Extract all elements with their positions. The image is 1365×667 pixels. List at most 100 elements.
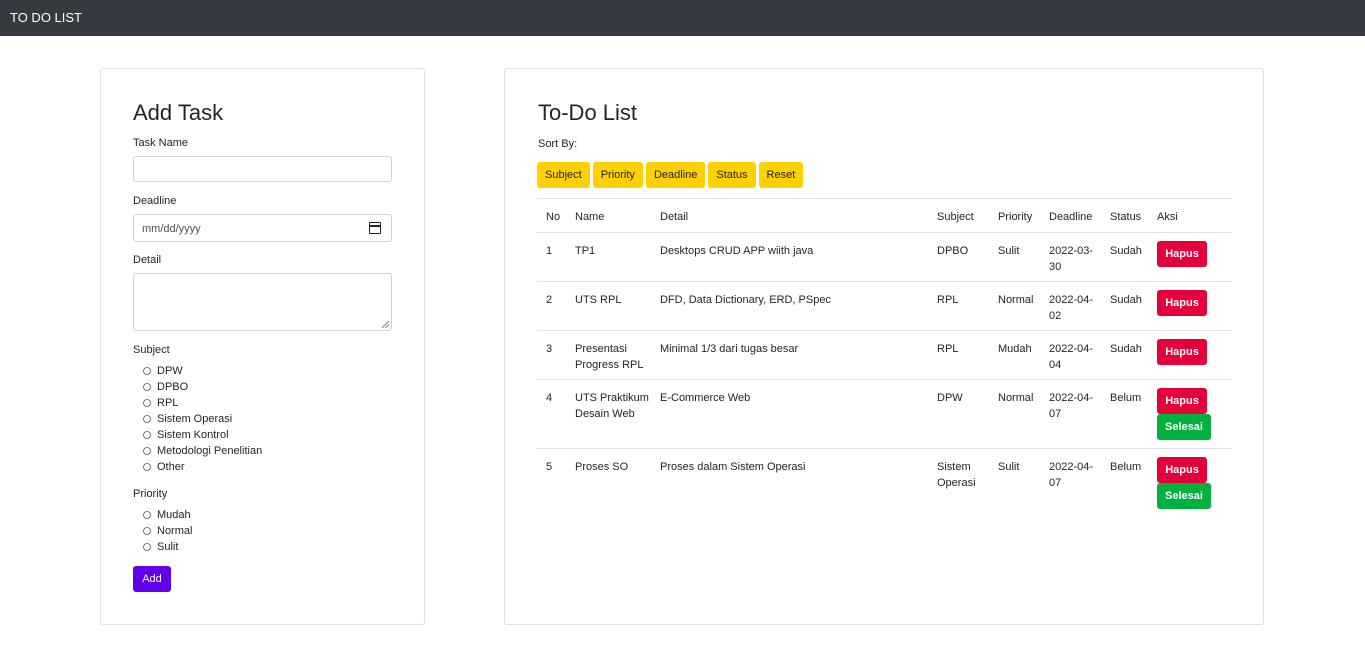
delete-button[interactable]: Hapus bbox=[1157, 457, 1207, 483]
cell-status: Sudah bbox=[1110, 294, 1142, 306]
priority-option[interactable]: Sulit bbox=[143, 540, 178, 554]
subject-option-label: DPW bbox=[157, 364, 183, 377]
app-title[interactable]: TO DO LIST bbox=[10, 10, 82, 26]
add-task-title: Add Task bbox=[133, 100, 224, 125]
priority-option-label: Normal bbox=[157, 524, 193, 537]
subject-option[interactable]: Sistem Kontrol bbox=[143, 428, 229, 442]
cell-deadline: 2022-04-07 bbox=[1049, 392, 1094, 420]
cell-name: UTS Praktikum Desain Web bbox=[575, 392, 649, 420]
cell-subject: DPBO bbox=[937, 245, 969, 257]
subject-option-label: Sistem Kontrol bbox=[157, 428, 229, 441]
cell-deadline: 2022-04-07 bbox=[1049, 461, 1094, 489]
cell-subject: DPW bbox=[937, 392, 963, 404]
sort-reset-button[interactable]: Reset bbox=[758, 162, 804, 188]
subject-option-label: Metodologi Penelitian bbox=[157, 444, 263, 457]
priority-radio[interactable] bbox=[143, 527, 151, 535]
priority-option[interactable]: Mudah bbox=[143, 508, 191, 522]
cell-subject: Sistem Operasi bbox=[937, 461, 976, 489]
priority-option[interactable]: Normal bbox=[143, 524, 192, 538]
sort-by-label: Sort By: bbox=[538, 138, 578, 150]
subject-radio[interactable] bbox=[143, 399, 151, 407]
subject-radio[interactable] bbox=[143, 367, 151, 375]
subject-option[interactable]: Sistem Operasi bbox=[143, 412, 232, 426]
cell-subject: RPL bbox=[937, 343, 959, 355]
cell-priority: Sulit bbox=[998, 461, 1020, 473]
column-header-name: Name bbox=[575, 211, 605, 223]
cell-no: 4 bbox=[546, 392, 553, 404]
priority-radio[interactable] bbox=[143, 511, 151, 519]
subject-radio[interactable] bbox=[143, 431, 151, 439]
table-row: 3 Presentasi Progress RPL Minimal 1/3 dari… bbox=[537, 331, 1232, 380]
sort-status-button[interactable]: Status bbox=[708, 162, 756, 188]
detail-label: Detail bbox=[133, 254, 162, 266]
table-row: 2 UTS RPL DFD, Data Dictionary, ERD, PSpec… bbox=[537, 282, 1232, 331]
todo-list-card: To-Do List Sort By: Subject Priority Dea… bbox=[504, 68, 1264, 625]
column-header-detail: Detail bbox=[660, 211, 689, 223]
cell-subject: RPL bbox=[937, 294, 959, 306]
delete-button[interactable]: Hapus bbox=[1157, 388, 1207, 414]
column-header-priority: Priority bbox=[998, 211, 1033, 223]
deadline-label: Deadline bbox=[133, 195, 177, 207]
complete-button[interactable]: Selesai bbox=[1157, 483, 1211, 509]
table-body: 1 TP1 Desktops CRUD APP wiith java DPBO Suli… bbox=[537, 233, 1232, 509]
priority-label: Priority bbox=[133, 488, 168, 500]
subject-option[interactable]: RPL bbox=[143, 396, 178, 410]
cell-name: UTS RPL bbox=[575, 294, 622, 306]
table-row: 1 TP1 Desktops CRUD APP wiith java DPBO Suli… bbox=[537, 233, 1232, 282]
cell-status: Belum bbox=[1110, 392, 1142, 404]
subject-label: Subject bbox=[133, 344, 170, 356]
subject-option[interactable]: Other bbox=[143, 460, 185, 474]
cell-aksi: Hapus Selesai bbox=[1157, 457, 1227, 509]
cell-name: TP1 bbox=[575, 245, 596, 257]
subject-option-label: Other bbox=[157, 460, 185, 473]
cell-priority: Sulit bbox=[998, 245, 1020, 257]
delete-button[interactable]: Hapus bbox=[1157, 290, 1207, 316]
delete-button[interactable]: Hapus bbox=[1157, 241, 1207, 267]
priority-option-label: Mudah bbox=[157, 508, 191, 521]
column-header-aksi: Aksi bbox=[1157, 211, 1178, 223]
subject-radio[interactable] bbox=[143, 463, 151, 471]
subject-option[interactable]: DPW bbox=[143, 364, 183, 378]
deadline-placeholder: mm/dd/yyyy bbox=[142, 223, 201, 235]
add-button[interactable]: Add bbox=[133, 566, 171, 592]
cell-status: Sudah bbox=[1110, 343, 1142, 355]
cell-priority: Mudah bbox=[998, 343, 1032, 355]
subject-option-label: Sistem Operasi bbox=[157, 412, 233, 425]
task-name-label: Task Name bbox=[133, 137, 189, 149]
cell-aksi: Hapus bbox=[1157, 339, 1227, 365]
table-row: 5 Proses SO Proses dalam Sistem Operasi Sis… bbox=[537, 449, 1232, 509]
subject-option[interactable]: Metodologi Penelitian bbox=[143, 444, 262, 458]
sort-button-group: Subject Priority Deadline Status Reset bbox=[537, 162, 806, 188]
deadline-input[interactable]: mm/dd/yyyy bbox=[133, 214, 392, 242]
sort-deadline-button[interactable]: Deadline bbox=[645, 162, 706, 188]
cell-priority: Normal bbox=[998, 392, 1034, 404]
todo-list-title: To-Do List bbox=[538, 100, 638, 125]
cell-deadline: 2022-04-04 bbox=[1049, 343, 1094, 371]
subject-radio[interactable] bbox=[143, 447, 151, 455]
subject-radio[interactable] bbox=[143, 415, 151, 423]
cell-name: Proses SO bbox=[575, 461, 629, 473]
subject-radio[interactable] bbox=[143, 383, 151, 391]
sort-priority-button[interactable]: Priority bbox=[592, 162, 643, 188]
task-name-input[interactable] bbox=[133, 156, 392, 182]
cell-no: 3 bbox=[546, 343, 553, 355]
cell-deadline: 2022-03-30 bbox=[1049, 245, 1094, 273]
detail-textarea[interactable] bbox=[133, 273, 392, 331]
cell-aksi: Hapus bbox=[1157, 241, 1227, 267]
priority-option-label: Sulit bbox=[157, 540, 179, 553]
resize-handle-icon[interactable] bbox=[382, 321, 389, 328]
subject-option[interactable]: DPBO bbox=[143, 380, 188, 394]
priority-radio[interactable] bbox=[143, 543, 151, 551]
column-header-deadline: Deadline bbox=[1049, 211, 1093, 223]
sort-subject-button[interactable]: Subject bbox=[537, 162, 590, 188]
navbar: TO DO LIST bbox=[0, 0, 1365, 36]
subject-option-label: RPL bbox=[157, 396, 179, 409]
todo-table: No Name Detail Subject Priority Deadline… bbox=[537, 198, 1232, 509]
cell-priority: Normal bbox=[998, 294, 1034, 306]
cell-detail: DFD, Data Dictionary, ERD, PSpec bbox=[660, 294, 831, 306]
delete-button[interactable]: Hapus bbox=[1157, 339, 1207, 365]
calendar-icon[interactable] bbox=[369, 222, 381, 234]
table-row: 4 UTS Praktikum Desain Web E-Commerce Web D… bbox=[537, 380, 1232, 449]
complete-button[interactable]: Selesai bbox=[1157, 414, 1211, 440]
cell-name: Presentasi Progress RPL bbox=[575, 343, 644, 371]
